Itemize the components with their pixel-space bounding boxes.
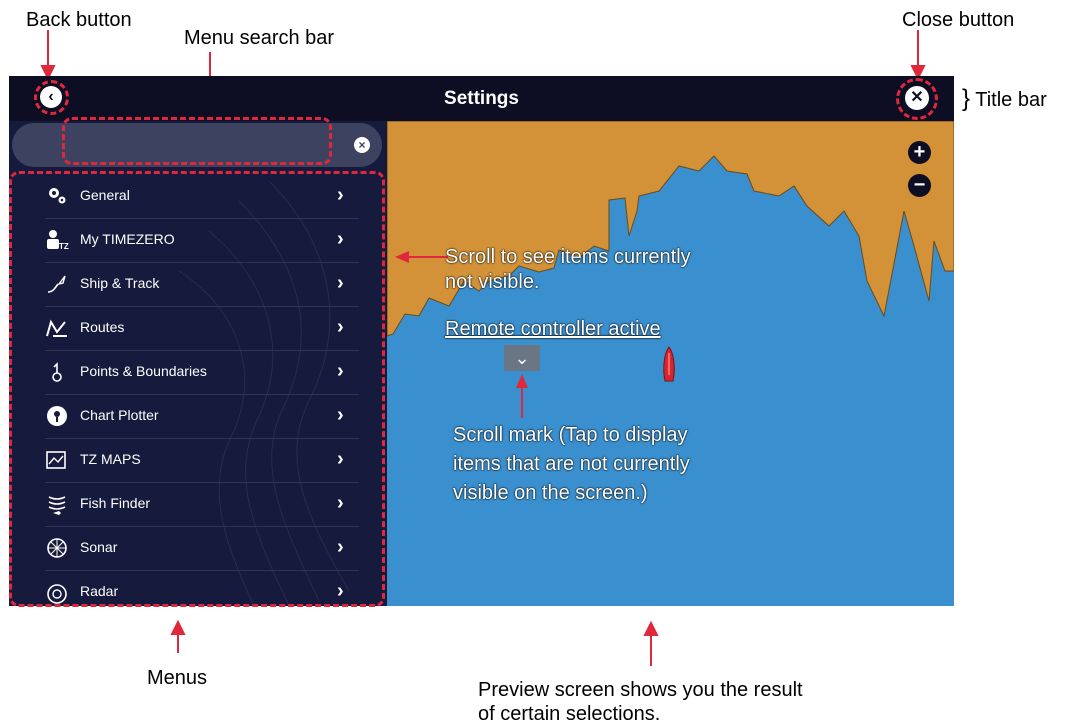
scroll-hint-line2: not visible.: [445, 271, 540, 293]
menus-highlight: [9, 171, 385, 607]
page-title: Settings: [444, 88, 519, 109]
zoom-out-button[interactable]: −: [908, 174, 931, 197]
scroll-mark-callout: Scroll mark (Tap to display items that a…: [453, 421, 690, 508]
scroll-hint-line1: Scroll to see items currently: [445, 246, 691, 268]
own-ship-icon: [663, 346, 675, 382]
search-bar-highlight: [62, 117, 332, 165]
scroll-mark-line1: Scroll mark (Tap to display: [453, 424, 688, 446]
scroll-mark-line2: items that are not currently: [453, 453, 690, 475]
search-clear-button[interactable]: ×: [354, 137, 370, 153]
scroll-hint-arrow: [395, 251, 448, 263]
device-screen: Settings ‹ ✕ × General › TZ My TIMEZERO …: [9, 76, 954, 607]
remote-controller-status: Remote controller active: [445, 318, 661, 340]
scroll-mark-arrow: [516, 374, 528, 418]
back-button-highlight: [34, 80, 69, 115]
title-bar: Settings ‹ ✕: [9, 76, 954, 121]
zoom-in-button[interactable]: +: [908, 141, 931, 164]
scroll-mark-button[interactable]: ⌄: [504, 345, 540, 371]
scroll-mark-line3: visible on the screen.): [453, 482, 648, 504]
scroll-hint-text: Scroll to see items currently not visibl…: [445, 245, 691, 295]
close-button-highlight: [896, 78, 938, 120]
